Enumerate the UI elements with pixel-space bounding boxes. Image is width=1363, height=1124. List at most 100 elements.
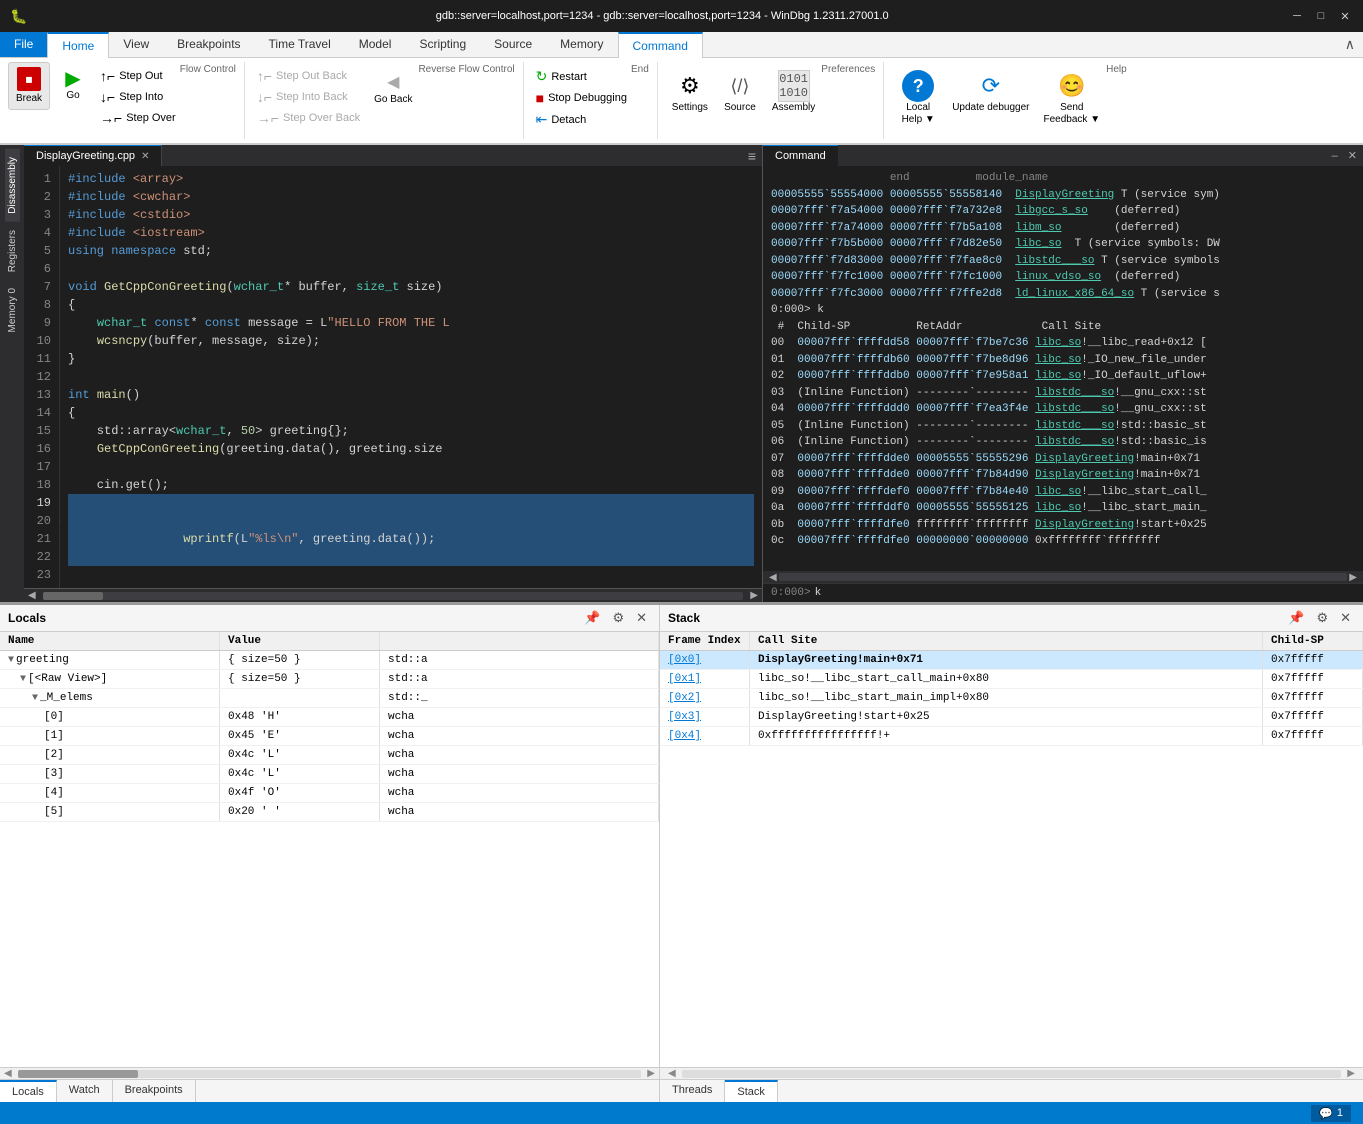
locals-pin-button[interactable]: 📌 <box>580 608 604 628</box>
scroll-right[interactable]: ▶ <box>1347 572 1359 583</box>
scroll-thumb[interactable] <box>18 1070 138 1078</box>
locals-row[interactable]: [3] 0x4c 'L' wcha <box>0 765 659 784</box>
break-button[interactable]: ⏹ Break <box>8 62 50 110</box>
sidebar-tab-disassembly[interactable]: Disassembly <box>5 149 20 222</box>
scroll-right[interactable]: ▶ <box>1343 1068 1359 1079</box>
scroll-thumb[interactable] <box>43 592 103 600</box>
go-back-button[interactable]: ◀ Go Back <box>368 66 418 110</box>
expand-icon[interactable]: ▼ <box>20 674 26 685</box>
tab-breakpoints[interactable]: Breakpoints <box>163 32 254 57</box>
stack-frame-link[interactable]: [0x4] <box>668 730 701 742</box>
stack-tab-threads[interactable]: Threads <box>660 1080 725 1102</box>
stop-debugging-button[interactable]: ■ Stop Debugging <box>532 88 631 108</box>
tab-memory[interactable]: Memory <box>546 32 617 57</box>
close-button[interactable]: ✕ <box>1337 8 1353 24</box>
stack-frame-link[interactable]: [0x1] <box>668 673 701 685</box>
stack-row[interactable]: [0x0] DisplayGreeting!main+0x71 0x7fffff <box>660 651 1363 670</box>
minimize-button[interactable]: ─ <box>1289 8 1305 24</box>
locals-horizontal-scrollbar[interactable]: ◀ ▶ <box>0 1067 659 1079</box>
stack-row[interactable]: [0x4] 0xffffffffffffffff!+ 0x7fffff <box>660 727 1363 746</box>
editor-tab-displaygreeting[interactable]: DisplayGreeting.cpp ✕ <box>24 145 162 166</box>
stack-col-callsite: Call Site <box>750 632 1263 650</box>
step-over-button[interactable]: →⌐ Step Over <box>96 108 180 128</box>
stack-horizontal-scrollbar[interactable]: ◀ ▶ <box>660 1067 1363 1079</box>
locals-row[interactable]: ▼_M_elems std::_ <box>0 689 659 708</box>
stack-close-button[interactable]: ✕ <box>1336 608 1355 628</box>
stack-pin-button[interactable]: 📌 <box>1284 608 1308 628</box>
line-num: 22 <box>32 548 51 566</box>
stack-frame-link[interactable]: [0x3] <box>668 711 701 723</box>
go-button[interactable]: ▶ Go <box>52 62 94 106</box>
scroll-left[interactable]: ◀ <box>0 1068 16 1079</box>
tab-timetravel[interactable]: Time Travel <box>255 32 345 57</box>
locals-tab-watch[interactable]: Watch <box>57 1080 113 1102</box>
locals-tab-breakpoints[interactable]: Breakpoints <box>113 1080 196 1102</box>
step-over-back-button[interactable]: →⌐ Step Over Back <box>253 108 364 128</box>
stack-row[interactable]: [0x1] libc_so!__libc_start_call_main+0x8… <box>660 670 1363 689</box>
step-into-back-button[interactable]: ↓⌐ Step Into Back <box>253 87 364 107</box>
chat-button[interactable]: 💬 1 <box>1311 1105 1351 1122</box>
step-into-button[interactable]: ↓⌐ Step Into <box>96 87 180 107</box>
maximize-button[interactable]: □ <box>1313 8 1329 24</box>
scroll-left[interactable]: ◀ <box>664 1068 680 1079</box>
tab-view[interactable]: View <box>109 32 163 57</box>
editor-panel-menu[interactable]: ≡ <box>742 145 762 166</box>
command-horizontal-scrollbar[interactable]: ◀ ▶ <box>763 571 1363 583</box>
tab-file[interactable]: File <box>0 32 47 57</box>
command-tab[interactable]: Command <box>763 145 838 166</box>
locals-row[interactable]: [2] 0x4c 'L' wcha <box>0 746 659 765</box>
locals-row[interactable]: ▼greeting { size=50 } std::a <box>0 651 659 670</box>
command-minimize[interactable]: – <box>1328 150 1342 162</box>
tab-source[interactable]: Source <box>480 32 546 57</box>
assembly-button[interactable]: 01011010 Assembly <box>766 66 821 118</box>
detach-button[interactable]: ⇤ Detach <box>532 109 591 130</box>
tab-home[interactable]: Home <box>47 32 109 58</box>
locals-close-button[interactable]: ✕ <box>632 608 651 628</box>
sidebar-tab-registers[interactable]: Registers <box>5 222 20 280</box>
code-area[interactable]: #include <array> #include <cwchar> #incl… <box>60 166 762 588</box>
locals-row[interactable]: ▼[<Raw View>] { size=50 } std::a <box>0 670 659 689</box>
scroll-track[interactable] <box>43 592 744 600</box>
stack-tab-stack[interactable]: Stack <box>725 1080 778 1102</box>
ribbon-expand[interactable]: ∧ <box>1337 32 1363 57</box>
editor-tab-close[interactable]: ✕ <box>141 151 149 162</box>
locals-row[interactable]: [4] 0x4f 'O' wcha <box>0 784 659 803</box>
scroll-left-arrow[interactable]: ◀ <box>24 590 40 601</box>
stack-row[interactable]: [0x2] libc_so!__libc_start_main_impl+0x8… <box>660 689 1363 708</box>
update-button[interactable]: ⟳ Update debugger <box>946 66 1035 118</box>
tab-model[interactable]: Model <box>345 32 406 57</box>
command-input[interactable] <box>815 587 1355 599</box>
local-help-button[interactable]: ? LocalHelp ▼ <box>892 66 944 130</box>
expand-icon[interactable]: ▼ <box>32 693 38 704</box>
locals-settings-button[interactable]: ⚙ <box>608 608 628 628</box>
stack-frame-link[interactable]: [0x2] <box>668 692 701 704</box>
scroll-track[interactable] <box>682 1070 1342 1078</box>
stack-frame-link[interactable]: [0x0] <box>668 654 701 666</box>
stack-settings-button[interactable]: ⚙ <box>1312 608 1332 628</box>
scroll-right-arrow[interactable]: ▶ <box>746 590 762 601</box>
locals-tab-locals[interactable]: Locals <box>0 1080 57 1102</box>
locals-row[interactable]: [0] 0x48 'H' wcha <box>0 708 659 727</box>
sidebar-tab-memory[interactable]: Memory 0 <box>5 280 20 340</box>
step-out-back-icon: ↑⌐ <box>257 68 272 84</box>
locals-row[interactable]: [5] 0x20 ' ' wcha <box>0 803 659 822</box>
cmd-scroll-track[interactable] <box>779 573 1348 581</box>
scroll-track[interactable] <box>18 1070 642 1078</box>
editor-horizontal-scrollbar[interactable]: ◀ ▶ <box>24 588 762 602</box>
scroll-left[interactable]: ◀ <box>767 572 779 583</box>
feedback-button[interactable]: 😊 SendFeedback ▼ <box>1038 66 1107 130</box>
stack-row[interactable]: [0x3] DisplayGreeting!start+0x25 0x7ffff… <box>660 708 1363 727</box>
scroll-right[interactable]: ▶ <box>643 1068 659 1079</box>
step-out-back-button[interactable]: ↑⌐ Step Out Back <box>253 66 364 86</box>
step-out-button[interactable]: ↑⌐ Step Out <box>96 66 180 86</box>
locals-row[interactable]: [1] 0x45 'E' wcha <box>0 727 659 746</box>
expand-icon[interactable]: ▼ <box>8 655 14 666</box>
settings-button[interactable]: ⚙ Settings <box>666 66 714 118</box>
source-button[interactable]: ⟨/⟩ Source <box>716 66 764 118</box>
tab-command[interactable]: Command <box>618 32 703 58</box>
restart-button[interactable]: ↻ Restart <box>532 66 591 87</box>
command-close[interactable]: ✕ <box>1342 149 1363 162</box>
step-out-back-label: Step Out Back <box>276 70 347 82</box>
tab-scripting[interactable]: Scripting <box>405 32 480 57</box>
feedback-label: SendFeedback ▼ <box>1044 102 1101 126</box>
